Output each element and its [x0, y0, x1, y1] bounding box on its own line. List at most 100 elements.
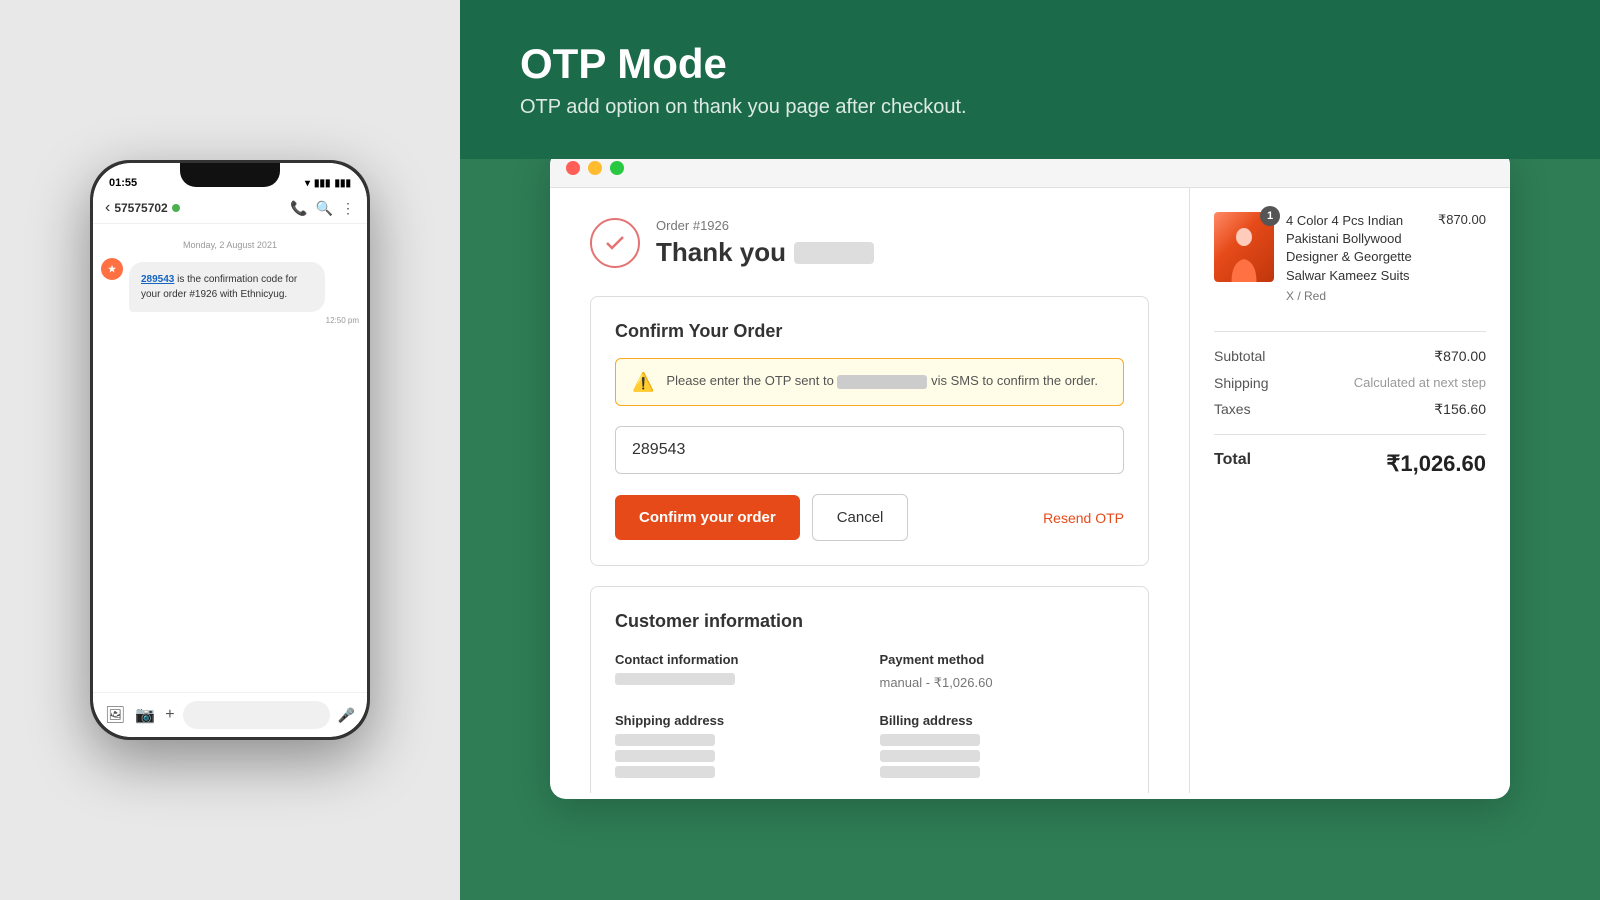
warning-suffix: vis SMS to confirm the order. — [931, 373, 1098, 388]
product-row: 1 4 Color 4 Pcs Indian Pakistani Bollywo… — [1214, 212, 1486, 307]
total-divider — [1214, 434, 1486, 435]
payment-method-section: Payment method manual - ₹1,026.60 — [880, 652, 1125, 693]
warning-prefix: Please enter the OTP sent to — [666, 373, 833, 388]
customer-info-title: Customer information — [615, 611, 1124, 632]
phone-time: 01:55 — [109, 177, 137, 189]
phone-notch — [180, 163, 280, 187]
otp-input[interactable] — [615, 426, 1124, 474]
phone-nav-right: 📞 🔍 ⋮ — [290, 200, 355, 217]
shipping-line3-redacted — [615, 766, 715, 778]
sms-date: Monday, 2 August 2021 — [101, 240, 359, 250]
page-title: OTP Mode — [520, 40, 1540, 88]
product-person-svg — [1227, 227, 1262, 282]
otp-card-title: Confirm Your Order — [615, 321, 1124, 342]
shipping-label: Shipping — [1214, 375, 1269, 391]
phone-bottom-bar: 🖼 📷 + 🎤 — [93, 692, 367, 737]
total-value: ₹1,026.60 — [1386, 451, 1486, 477]
battery-icon: ▮▮▮ — [334, 178, 351, 189]
taxes-row: Taxes ₹156.60 — [1214, 401, 1486, 418]
billing-address-label: Billing address — [880, 713, 1125, 728]
shipping-line1-redacted — [615, 734, 715, 746]
window-minimize-btn[interactable] — [588, 161, 602, 175]
browser-titlebar — [550, 159, 1510, 188]
browser-content: Order #1926 Thank you Confirm Your Order — [550, 188, 1510, 793]
phone-status-icons: ▾ ▮▮▮ ▮▮▮ — [305, 178, 351, 189]
phone-panel: 01:55 ▾ ▮▮▮ ▮▮▮ ‹ 57575702 📞 — [0, 0, 460, 900]
plus-icon[interactable]: + — [165, 706, 174, 724]
shipping-line2-redacted — [615, 750, 715, 762]
shipping-row: Shipping Calculated at next step — [1214, 375, 1486, 391]
page-subtitle: OTP add option on thank you page after c… — [520, 96, 1540, 119]
customer-info-grid: Contact information Payment method manua… — [615, 652, 1124, 782]
shipping-address-label: Shipping address — [615, 713, 860, 728]
otp-card: Confirm Your Order ⚠️ Please enter the O… — [590, 296, 1149, 566]
billing-address-section: Billing address — [880, 713, 1125, 782]
product-details: 4 Color 4 Pcs Indian Pakistani Bollywood… — [1286, 212, 1426, 307]
right-panel: OTP Mode OTP add option on thank you pag… — [460, 0, 1600, 900]
cancel-button[interactable]: Cancel — [812, 494, 909, 541]
sms-otp-code: 289543 — [141, 274, 174, 285]
contact-info-section: Contact information — [615, 652, 860, 693]
thank-you-text: Thank you — [656, 237, 786, 268]
total-label: Total — [1214, 451, 1251, 477]
sms-content: Monday, 2 August 2021 ★ 289543 is the co… — [93, 224, 367, 692]
phone-redacted — [837, 375, 927, 389]
order-check-circle — [590, 218, 640, 268]
phone-nav: ‹ 57575702 📞 🔍 ⋮ — [93, 193, 367, 224]
check-icon — [603, 231, 627, 255]
camera-icon[interactable]: 📷 — [135, 705, 155, 725]
taxes-value: ₹156.60 — [1434, 401, 1486, 418]
phone-mockup: 01:55 ▾ ▮▮▮ ▮▮▮ ‹ 57575702 📞 — [90, 160, 370, 740]
payment-method-value: manual - ₹1,026.60 — [880, 673, 1125, 693]
payment-method-label: Payment method — [880, 652, 1125, 667]
product-variant: X / Red — [1286, 289, 1426, 303]
order-info: Order #1926 Thank you — [656, 218, 874, 268]
product-price: ₹870.00 — [1438, 212, 1486, 228]
product-name: 4 Color 4 Pcs Indian Pakistani Bollywood… — [1286, 212, 1426, 285]
image-icon[interactable]: 🖼 — [105, 705, 125, 725]
customer-name-redacted — [794, 242, 874, 264]
billing-line2-redacted — [880, 750, 980, 762]
window-maximize-btn[interactable] — [610, 161, 624, 175]
sms-time: 12:50 pm — [129, 316, 359, 325]
phone-bottom-icons: 🖼 📷 + — [105, 705, 175, 725]
signal-icon: ▮▮▮ — [314, 178, 331, 189]
back-icon[interactable]: ‹ — [105, 199, 110, 217]
sms-message-row: ★ 289543 is the confirmation code for yo… — [101, 258, 359, 325]
order-summary: 1 4 Color 4 Pcs Indian Pakistani Bollywo… — [1190, 188, 1510, 793]
call-icon[interactable]: 📞 — [290, 200, 307, 217]
phone-screen: 01:55 ▾ ▮▮▮ ▮▮▮ ‹ 57575702 📞 — [93, 163, 367, 737]
warning-text: Please enter the OTP sent to vis SMS to … — [666, 371, 1098, 391]
browser-area: Order #1926 Thank you Confirm Your Order — [460, 159, 1600, 900]
warning-icon: ⚠️ — [632, 372, 654, 393]
contact-number: 57575702 — [114, 201, 167, 215]
more-icon[interactable]: ⋮ — [341, 200, 355, 217]
resend-otp-button[interactable]: Resend OTP — [1043, 510, 1124, 526]
wifi-icon: ▾ — [305, 178, 310, 189]
subtotal-row: Subtotal ₹870.00 — [1214, 348, 1486, 365]
product-quantity-badge: 1 — [1260, 206, 1280, 226]
browser-window: Order #1926 Thank you Confirm Your Order — [550, 159, 1510, 799]
customer-info-card: Customer information Contact information… — [590, 586, 1149, 793]
product-img-wrap: 1 — [1214, 212, 1274, 282]
subtotal-value: ₹870.00 — [1434, 348, 1486, 365]
billing-line1-redacted — [880, 734, 980, 746]
sms-bubble: 289543 is the confirmation code for your… — [129, 262, 325, 312]
avatar-icon: ★ — [108, 264, 116, 275]
order-header: Order #1926 Thank you — [590, 218, 1149, 268]
thank-you-line: Thank you — [656, 237, 874, 268]
warning-box: ⚠️ Please enter the OTP sent to vis SMS … — [615, 358, 1124, 406]
sender-avatar: ★ — [101, 258, 123, 280]
checkout-main: Order #1926 Thank you Confirm Your Order — [550, 188, 1190, 793]
mic-icon[interactable]: 🎤 — [338, 707, 355, 724]
sms-input[interactable] — [183, 701, 330, 729]
shipping-value: Calculated at next step — [1354, 375, 1486, 391]
online-dot — [172, 204, 180, 212]
email-redacted — [615, 673, 735, 685]
confirm-order-button[interactable]: Confirm your order — [615, 495, 800, 540]
window-close-btn[interactable] — [566, 161, 580, 175]
search-icon[interactable]: 🔍 — [316, 200, 333, 217]
order-number: Order #1926 — [656, 218, 874, 233]
phone-nav-left: ‹ 57575702 — [105, 199, 180, 217]
billing-line3-redacted — [880, 766, 980, 778]
